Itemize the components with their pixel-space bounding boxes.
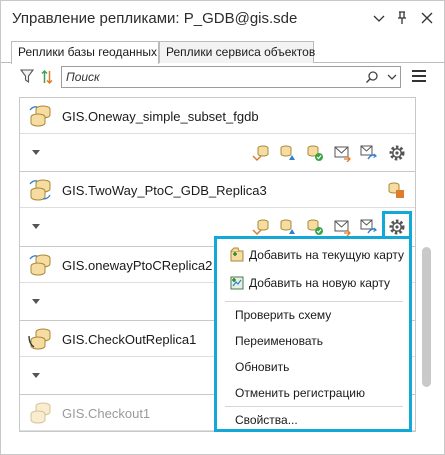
- database-twoway-icon: [29, 179, 51, 201]
- search-row: [1, 63, 444, 93]
- scrollbar-thumb[interactable]: [422, 247, 431, 387]
- database-checkout-icon: [28, 328, 51, 350]
- menu-item-label: Добавить на новую карту: [249, 276, 390, 290]
- menu-item-label: Добавить на текущую карту: [249, 248, 404, 262]
- chevron-down-icon[interactable]: [371, 10, 387, 26]
- expand-arrow-icon[interactable]: [32, 373, 40, 379]
- search-icon[interactable]: [365, 70, 379, 84]
- search-box: [61, 66, 401, 88]
- hamburger-menu-icon[interactable]: [411, 69, 427, 83]
- close-icon[interactable]: [419, 10, 435, 26]
- menu-item-unregister[interactable]: Отменить регистрацию: [217, 380, 409, 406]
- search-input[interactable]: [66, 69, 356, 85]
- menu-item-label: Отменить регистрацию: [235, 386, 366, 400]
- re-export-unacknowledged-icon[interactable]: [360, 218, 378, 236]
- filter-icon[interactable]: [20, 69, 34, 84]
- tab-feature-service-replicas[interactable]: Реплики сервиса объектов: [159, 41, 315, 63]
- add-to-new-map-icon: [230, 276, 244, 290]
- database-sync-icon: [29, 105, 51, 127]
- replica-card-actions: [20, 134, 415, 172]
- import-message-icon[interactable]: [306, 144, 324, 162]
- replica-name: GIS.onewayPtoCReplica2: [62, 258, 213, 273]
- menu-item-properties[interactable]: Свойства...: [217, 407, 409, 433]
- replica-name: GIS.Oneway_simple_subset_fgdb: [62, 109, 259, 124]
- export-data-changes-icon[interactable]: [333, 218, 351, 236]
- synchronize-changes-icon[interactable]: [252, 218, 270, 236]
- replica-name: GIS.TwoWay_PtoC_GDB_Replica3: [62, 183, 267, 198]
- database-sync-icon: [29, 254, 51, 276]
- import-message-icon[interactable]: [306, 218, 324, 236]
- menu-item-add-to-new-map[interactable]: Добавить на новую карту: [217, 270, 409, 296]
- menu-item-refresh[interactable]: Обновить: [217, 354, 409, 380]
- replica-context-menu: Добавить на текущую карту Добавить на но…: [214, 236, 412, 432]
- expand-arrow-icon[interactable]: [32, 150, 40, 156]
- replica-card: GIS.Oneway_simple_subset_fgdb: [19, 97, 416, 173]
- expand-arrow-icon[interactable]: [32, 224, 40, 230]
- pane-title: Управление репликами: P_GDB@gis.sde: [12, 10, 298, 27]
- menu-item-label: Проверить схему: [235, 308, 332, 322]
- gear-icon[interactable]: [387, 143, 407, 163]
- pane-titlebar: Управление репликами: P_GDB@gis.sde: [1, 1, 444, 35]
- export-acknowledgment-icon[interactable]: [279, 144, 297, 162]
- manage-replicas-pane: Управление репликами: P_GDB@gis.sde Репл…: [0, 0, 445, 455]
- add-to-current-map-icon: [230, 247, 244, 262]
- expand-arrow-icon[interactable]: [32, 299, 40, 305]
- tab-strip: Реплики базы геоданных Реплики сервиса о…: [1, 41, 444, 64]
- menu-item-label: Обновить: [235, 360, 290, 374]
- sort-icon[interactable]: [41, 69, 53, 85]
- synchronize-changes-icon[interactable]: [252, 144, 270, 162]
- menu-item-label: Свойства...: [235, 413, 298, 427]
- gear-icon[interactable]: [387, 217, 407, 237]
- menu-item-label: Переименовать: [235, 334, 323, 348]
- menu-item-validate-schema[interactable]: Проверить схему: [217, 302, 409, 328]
- pin-icon[interactable]: [394, 10, 410, 26]
- data-changes-pending-icon: [388, 182, 404, 198]
- export-acknowledgment-icon[interactable]: [279, 218, 297, 236]
- re-export-unacknowledged-icon[interactable]: [360, 144, 378, 162]
- replica-card-header[interactable]: GIS.Oneway_simple_subset_fgdb: [20, 98, 415, 134]
- database-icon: [30, 402, 51, 424]
- menu-item-add-to-current-map[interactable]: Добавить на текущую карту: [217, 242, 409, 268]
- menu-item-rename[interactable]: Переименовать: [217, 328, 409, 354]
- replica-card-header[interactable]: GIS.TwoWay_PtoC_GDB_Replica3: [20, 172, 415, 208]
- replica-name: GIS.Checkout1: [62, 406, 151, 421]
- export-data-changes-icon[interactable]: [333, 144, 351, 162]
- tab-geodatabase-replicas[interactable]: Реплики базы геоданных: [11, 41, 159, 64]
- search-options-chevron-icon[interactable]: [385, 70, 399, 84]
- replica-name: GIS.CheckOutReplica1: [62, 332, 197, 347]
